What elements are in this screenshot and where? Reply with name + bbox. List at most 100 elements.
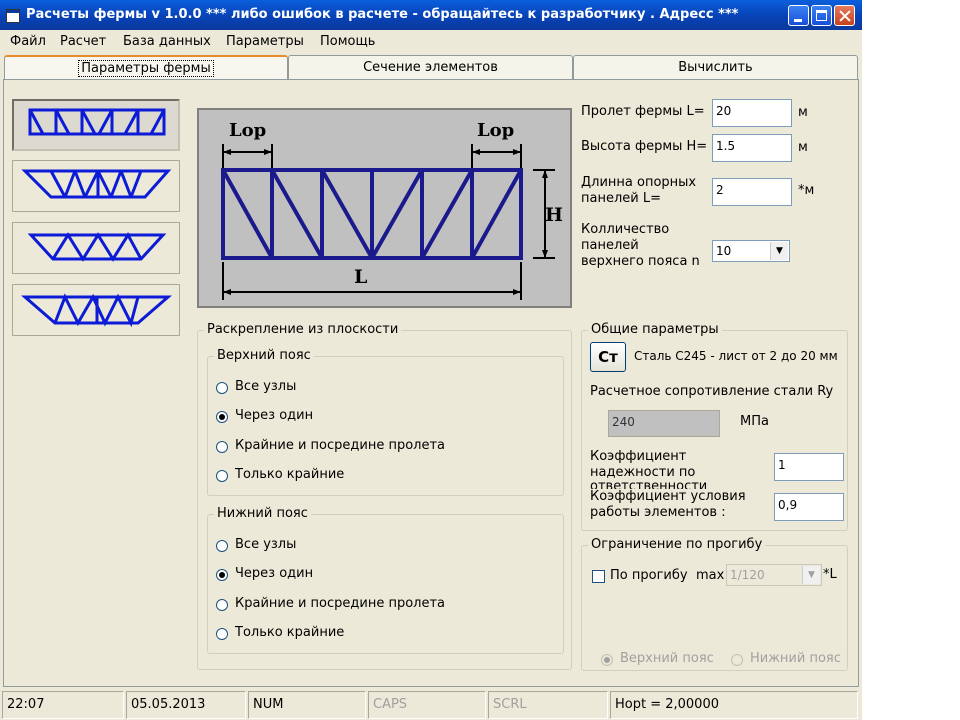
span-input[interactable]: 20 <box>712 99 792 127</box>
top-ends-middle-label[interactable]: Крайние и посредине пролета <box>235 438 445 453</box>
minimize-button[interactable] <box>788 5 809 26</box>
bottom-every-other-radio[interactable] <box>216 569 228 581</box>
truss-type-3-button[interactable] <box>12 222 180 274</box>
span-label: Пролет фермы L= <box>581 104 705 119</box>
close-button[interactable] <box>834 5 855 26</box>
bottom-ends-middle-radio[interactable] <box>216 599 228 611</box>
top-chord-title: Верхний пояс <box>214 348 314 363</box>
truss-triangular-icon <box>27 232 167 262</box>
panel-length-label-1: Длинна опорных <box>581 175 697 190</box>
main-window: Расчеты фермы v 1.0.0 *** либо ошибок в … <box>0 0 862 720</box>
height-dim-label: H <box>545 204 563 226</box>
window-title: Расчеты фермы v 1.0.0 *** либо ошибок в … <box>26 7 739 22</box>
status-bar: 22:07 05.05.2013 NUM CAPS SCRL Hopt = 2,… <box>0 690 862 720</box>
panel-count-value: 10 <box>716 244 732 258</box>
top-every-other-label[interactable]: Через один <box>235 408 313 423</box>
k-reliability-label-3-clip: ответственности <box>588 481 768 489</box>
deflection-check-label[interactable]: По прогибу <box>610 568 688 583</box>
bottom-chord-title: Нижний пояс <box>214 506 311 521</box>
k-work-label-2: работы элементов : <box>590 505 726 520</box>
bottom-all-nodes-radio[interactable] <box>216 540 228 552</box>
truss-drawing <box>221 168 523 260</box>
maximize-button[interactable] <box>811 5 832 26</box>
status-time: 22:07 <box>2 691 124 719</box>
ry-unit: МПа <box>740 414 769 429</box>
menu-file[interactable]: Файл <box>10 34 46 49</box>
deflection-max-select[interactable]: 1/120 ▼ <box>726 564 822 586</box>
truss-diagram: Lop Lop H L <box>197 108 572 308</box>
truss-type-1-button[interactable] <box>12 99 180 151</box>
bottom-ends-only-label[interactable]: Только крайние <box>235 625 344 640</box>
steel-grade-label: Сталь С245 - лист от 2 до 20 мм <box>634 349 838 363</box>
bottom-ends-middle-label[interactable]: Крайние и посредине пролета <box>235 596 445 611</box>
chevron-down-icon[interactable]: ▼ <box>802 566 820 584</box>
k-reliability-label-1: Коэффициент <box>590 449 687 464</box>
span-dim-label: L <box>354 266 368 288</box>
deflection-bottom-label[interactable]: Нижний пояс <box>750 651 841 666</box>
status-num: NUM <box>248 691 366 719</box>
ry-field: 240 <box>608 410 720 437</box>
status-scrl: SCRL <box>488 691 608 719</box>
tab-section[interactable]: Сечение элементов <box>288 55 573 79</box>
deflection-title: Ограничение по прогибу <box>588 537 766 552</box>
title-bar[interactable]: Расчеты фермы v 1.0.0 *** либо ошибок в … <box>0 0 862 30</box>
ry-label: Расчетное сопротивление стали Ry <box>590 384 834 399</box>
menu-params[interactable]: Параметры <box>226 34 304 49</box>
bottom-ends-only-radio[interactable] <box>216 628 228 640</box>
general-params-title: Общие параметры <box>588 322 722 337</box>
top-all-nodes-radio[interactable] <box>216 382 228 394</box>
tab-truss-params[interactable]: Параметры фермы <box>4 55 288 79</box>
panel-length-unit: *м <box>798 183 815 198</box>
bottom-every-other-label[interactable]: Через один <box>235 566 313 581</box>
deflection-top-radio[interactable] <box>601 654 613 666</box>
k-work-label-1: Коэффициент условия <box>590 489 746 504</box>
height-unit: м <box>798 140 808 155</box>
tab-section-label: Сечение элементов <box>363 60 498 75</box>
bottom-all-nodes-label[interactable]: Все узлы <box>235 537 296 552</box>
deflection-max-label: max <box>696 568 725 583</box>
panel-count-select[interactable]: 10 ▼ <box>712 240 790 262</box>
panel-count-label-1: Колличество <box>581 222 670 237</box>
k-reliability-input[interactable]: 1 <box>774 453 844 481</box>
lop-left-label: Lop <box>229 120 267 141</box>
top-every-other-radio[interactable] <box>216 411 228 423</box>
status-hopt: Hopt = 2,00000 <box>610 691 858 719</box>
deflection-bottom-radio[interactable] <box>731 654 743 666</box>
tab-calculate[interactable]: Вычислить <box>573 55 858 79</box>
panel-count-label-3: верхнего пояса n <box>581 254 700 269</box>
truss-type-2-button[interactable] <box>12 160 180 212</box>
chevron-down-icon[interactable]: ▼ <box>770 242 788 260</box>
tab-truss-params-label: Параметры фермы <box>78 60 214 77</box>
panel-count-label-2: панелей <box>581 238 639 253</box>
height-label: Высота фермы H= <box>581 139 708 154</box>
deflection-max-value: 1/120 <box>730 568 765 582</box>
panel-length-input[interactable]: 2 <box>712 178 792 206</box>
top-ends-only-radio[interactable] <box>216 470 228 482</box>
status-caps: CAPS <box>368 691 486 719</box>
deflection-unit: *L <box>823 567 837 582</box>
status-date: 05.05.2013 <box>126 691 246 719</box>
top-ends-middle-radio[interactable] <box>216 441 228 453</box>
steel-select-button[interactable]: Ст <box>590 342 626 372</box>
truss-type-4-button[interactable] <box>12 284 180 336</box>
lop-right-label: Lop <box>477 120 515 141</box>
span-unit: м <box>798 105 808 120</box>
truss-trapezoid-icon <box>21 169 172 199</box>
height-input[interactable]: 1.5 <box>712 134 792 162</box>
menu-database[interactable]: База данных <box>123 34 211 49</box>
top-all-nodes-label[interactable]: Все узлы <box>235 379 296 394</box>
deflection-checkbox[interactable] <box>592 570 605 583</box>
k-reliability-label-3: ответственности <box>590 481 708 489</box>
tab-calculate-label: Вычислить <box>678 60 753 75</box>
top-ends-only-label[interactable]: Только крайние <box>235 467 344 482</box>
k-work-input[interactable]: 0,9 <box>774 493 844 521</box>
deflection-top-label[interactable]: Верхний пояс <box>620 651 714 666</box>
app-icon[interactable] <box>6 9 20 23</box>
panel-length-label-2: панелей L= <box>581 191 661 206</box>
menu-bar: Файл Расчет База данных Параметры Помощь <box>0 31 862 53</box>
menu-calc[interactable]: Расчет <box>60 34 106 49</box>
menu-help[interactable]: Помощь <box>320 34 375 49</box>
k-reliability-label-2: надежности по <box>590 465 696 480</box>
truss-warren-icon <box>20 293 173 328</box>
bracing-title: Раскрепление из плоскости <box>204 322 402 337</box>
